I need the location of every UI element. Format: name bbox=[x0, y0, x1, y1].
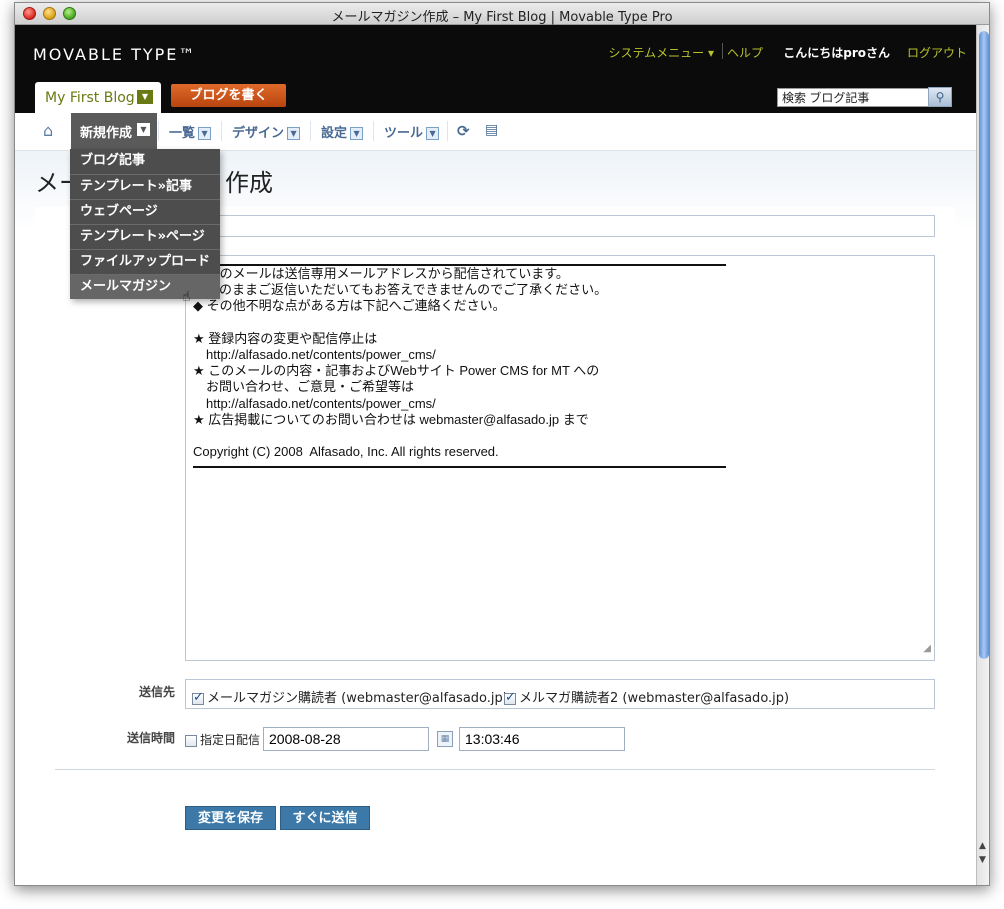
scheduled-delivery-label: 指定日配信 bbox=[200, 733, 261, 747]
recipient-option-2[interactable]: メルマガ購読者2 (webmaster@alfasado.jp) bbox=[504, 687, 789, 706]
main-navigation: ⌂ 新規作成 ▼ 一覧 ▼ デザイン ▼ 設定 ▼ ツール ▼ ⟳ ▤ bbox=[15, 113, 976, 151]
mail-body-line: ◆ その他不明な点がある方は下記へご連絡ください。 bbox=[193, 298, 506, 314]
window-title: メールマガジン作成 – My First Blog | Movable Type… bbox=[331, 10, 673, 25]
subject-field[interactable] bbox=[185, 215, 935, 237]
new-dropdown-menu: ブログ記事 テンプレート»記事 ウェブページ テンプレート»ページ ファイルアッ… bbox=[70, 149, 220, 299]
app-header: MOVABLE TYPE™ システムメニュー ▾ ヘルプ こんにちはproさん … bbox=[15, 25, 976, 113]
nav-new-label: 新規作成 bbox=[80, 126, 133, 141]
user-greeting: こんにちはproさん bbox=[783, 46, 890, 60]
body-rule-bottom bbox=[193, 466, 726, 469]
nav-design-menu[interactable]: デザイン ▼ bbox=[232, 122, 301, 141]
blog-name: My First Blog bbox=[45, 90, 135, 106]
menu-item-file-upload[interactable]: ファイルアップロード bbox=[70, 249, 220, 274]
chevron-down-icon[interactable]: ▼ bbox=[198, 127, 212, 140]
menu-item-blog-entry[interactable]: ブログ記事 bbox=[70, 149, 220, 174]
view-site-icon[interactable]: ▤ bbox=[485, 122, 498, 138]
resize-handle-icon[interactable]: ◢ bbox=[923, 641, 931, 657]
write-entry-button[interactable]: ブログを書く bbox=[171, 84, 286, 107]
mail-body-line: http://alfasado.net/contents/power_cms/ bbox=[193, 346, 436, 362]
refresh-icon[interactable]: ⟳ bbox=[457, 122, 470, 140]
nav-settings-label: 設定 bbox=[321, 126, 348, 141]
mail-body-line: ★ このメールの内容・記事およびWebサイト Power CMS for MT … bbox=[193, 363, 600, 379]
schedule-label: 送信時間 bbox=[126, 731, 175, 745]
home-icon[interactable]: ⌂ bbox=[43, 121, 53, 140]
nav-tools-label: ツール bbox=[384, 126, 424, 141]
nav-list-menu[interactable]: 一覧 ▼ bbox=[169, 122, 212, 141]
nav-design-label: デザイン bbox=[232, 126, 285, 141]
mail-body-line bbox=[193, 315, 934, 331]
search-icon[interactable]: ⚲ bbox=[928, 87, 952, 107]
mail-body-line bbox=[193, 428, 934, 444]
mail-body-line: お問い合わせ、ご意見・ご希望等は bbox=[193, 379, 415, 395]
mail-body-line: このままご返信いただいてもお答えできませんのでご了承ください。 bbox=[193, 282, 608, 298]
header-divider bbox=[722, 43, 723, 59]
movable-type-logo[interactable]: MOVABLE TYPE™ bbox=[33, 45, 196, 64]
chevron-down-icon[interactable]: ▼ bbox=[350, 127, 364, 140]
nav-tools-menu[interactable]: ツール ▼ bbox=[384, 122, 440, 141]
mail-body-line: http://alfasado.net/contents/power_cms/ bbox=[193, 395, 436, 411]
checkbox-icon[interactable] bbox=[192, 690, 204, 705]
recipient-2-label: メルマガ購読者2 (webmaster@alfasado.jp) bbox=[519, 691, 790, 706]
chevron-down-icon[interactable]: ▼ bbox=[137, 123, 150, 136]
hand-cursor-icon: ☝ bbox=[182, 289, 191, 305]
chevron-down-icon[interactable]: ▼ bbox=[137, 90, 153, 104]
scroll-up-icon[interactable]: ▲ bbox=[979, 841, 986, 851]
nav-divider bbox=[373, 121, 374, 141]
checkbox-icon[interactable] bbox=[504, 690, 516, 705]
mail-body-line: ★ 広告掲載についてのお問い合わせは webmaster@alfasado.jp… bbox=[193, 411, 589, 427]
chevron-down-icon[interactable]: ▼ bbox=[426, 127, 440, 140]
vertical-scrollbar[interactable]: ▲ ▼ bbox=[976, 25, 989, 885]
title-bar: メールマガジン作成 – My First Blog | Movable Type… bbox=[15, 3, 989, 25]
menu-item-web-page[interactable]: ウェブページ bbox=[70, 199, 220, 224]
mail-body-line: ★ 登録内容の変更や配信停止は bbox=[193, 330, 378, 346]
send-now-button[interactable]: すぐに送信 bbox=[280, 806, 370, 830]
nav-divider bbox=[221, 121, 222, 141]
checkbox-icon[interactable] bbox=[185, 734, 197, 747]
help-link[interactable]: ヘルプ bbox=[727, 44, 763, 61]
mail-body-textarea[interactable]: ◆ このメールは送信専用メールアドレスから配信されています。 このままご返信いた… bbox=[185, 255, 935, 661]
form-divider bbox=[55, 769, 935, 770]
nav-divider bbox=[158, 121, 159, 141]
menu-item-template-page[interactable]: テンプレート»ページ bbox=[70, 224, 220, 249]
system-menu-link[interactable]: システムメニュー ▾ bbox=[609, 44, 714, 61]
recipients-label: 送信先 bbox=[138, 685, 175, 699]
nav-new-menu[interactable]: 新規作成 ▼ bbox=[71, 113, 157, 151]
menu-item-mail-magazine[interactable]: メールマガジン bbox=[70, 274, 220, 299]
chevron-down-icon[interactable]: ▼ bbox=[287, 127, 301, 140]
mail-body-line: Copyright (C) 2008 Alfasado, Inc. All ri… bbox=[193, 444, 499, 460]
menu-item-template-entry[interactable]: テンプレート»記事 bbox=[70, 174, 220, 199]
recipient-option-1[interactable]: メールマガジン購読者 (webmaster@alfasado.jp) bbox=[192, 687, 508, 706]
mail-body-text: ◆ このメールは送信専用メールアドレスから配信されています。 このままご返信いた… bbox=[193, 266, 934, 460]
browser-window: メールマガジン作成 – My First Blog | Movable Type… bbox=[14, 2, 990, 886]
logout-link[interactable]: ログアウト bbox=[907, 44, 967, 61]
nav-divider bbox=[447, 121, 448, 141]
date-field[interactable] bbox=[263, 727, 429, 751]
calendar-icon[interactable]: ▦ bbox=[437, 731, 453, 747]
scrollbar-thumb[interactable] bbox=[979, 31, 989, 659]
nav-divider bbox=[310, 121, 311, 141]
search-input[interactable] bbox=[777, 88, 951, 107]
time-field[interactable] bbox=[459, 727, 625, 751]
nav-settings-menu[interactable]: 設定 ▼ bbox=[321, 122, 364, 141]
mail-body-line: ◆ このメールは送信専用メールアドレスから配信されています。 bbox=[193, 266, 569, 281]
save-button[interactable]: 変更を保存 bbox=[185, 806, 276, 830]
nav-list-label: 一覧 bbox=[169, 126, 196, 141]
scheduled-delivery-option[interactable]: 指定日配信 bbox=[185, 731, 260, 748]
recipients-box: メールマガジン購読者 (webmaster@alfasado.jp) メルマガ購… bbox=[185, 679, 935, 709]
scroll-down-icon[interactable]: ▼ bbox=[979, 855, 986, 865]
blog-selector[interactable]: My First Blog ▼ bbox=[35, 82, 161, 113]
recipient-1-label: メールマガジン購読者 (webmaster@alfasado.jp) bbox=[207, 691, 508, 706]
